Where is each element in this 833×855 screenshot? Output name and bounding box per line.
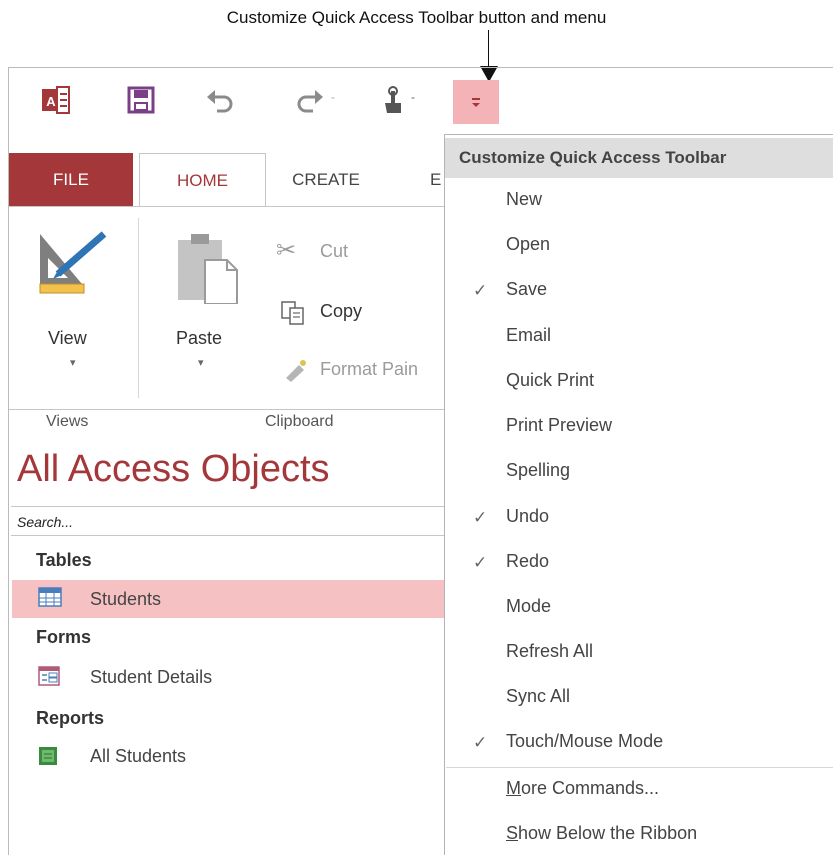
nav-item-students[interactable]: Students [90,589,161,610]
scissors-icon[interactable]: ✂ [276,236,296,265]
table-icon [38,587,62,607]
report-icon [38,746,58,766]
nav-category-tables[interactable]: Tables [36,550,92,571]
view-icon[interactable] [36,228,116,298]
access-key-m: M [506,778,521,798]
undo-icon[interactable] [200,80,240,120]
views-group-label: Views [46,413,89,430]
access-key-s: S [506,823,519,843]
paste-button-label[interactable]: Paste [176,328,222,349]
check-icon: ✓ [473,553,488,572]
nav-category-forms[interactable]: Forms [36,627,91,648]
paste-dropdown-icon[interactable]: ▾ [198,356,204,369]
menu-item-quick-print[interactable]: Quick Print [506,370,594,391]
nav-selected-row-highlight [12,580,448,618]
callout-text: Customize Quick Access Toolbar button an… [226,8,607,27]
menu-item-undo[interactable]: Undo [506,506,549,527]
menu-item-sync-all[interactable]: Sync All [506,686,570,707]
cut-button[interactable]: Cut [320,241,348,262]
save-icon[interactable] [121,80,161,120]
tab-file[interactable]: FILE [9,153,133,207]
copy-icon[interactable] [280,300,306,326]
menu-item-open[interactable]: Open [506,234,550,255]
form-icon [38,666,60,686]
menu-item-refresh-all[interactable]: Refresh All [506,641,593,662]
check-icon: ✓ [473,733,488,752]
menu-item-redo[interactable]: Redo [506,551,549,572]
check-icon: ✓ [473,281,488,300]
redo-icon[interactable]: - [290,80,346,120]
check-icon: ✓ [473,508,488,527]
menu-item-save[interactable]: Save [506,279,547,300]
menu-item-more-commands[interactable]: More Commands... [506,778,659,799]
format-painter-icon[interactable] [283,358,309,382]
nav-item-student-details[interactable]: Student Details [90,667,212,688]
view-button-label[interactable]: View [48,328,87,349]
menu-item-print-preview[interactable]: Print Preview [506,415,612,436]
format-painter-button[interactable]: Format Pain [320,359,418,380]
menu-separator [446,767,833,768]
menu-header: Customize Quick Access Toolbar [445,138,833,178]
tab-create[interactable]: CREATE [266,153,386,207]
nav-item-all-students[interactable]: All Students [90,746,186,767]
svg-text:-: - [411,90,415,104]
callout-arrow-line [488,30,489,68]
navigation-pane-title[interactable]: All Access Objects [17,448,330,491]
ribbon-divider [138,218,139,398]
customize-toolbar-icon[interactable] [453,80,499,124]
menu-item-new[interactable]: New [506,189,542,210]
svg-text:A: A [46,94,56,109]
nav-category-reports[interactable]: Reports [36,708,104,729]
more-commands-label: ore Commands... [521,778,660,798]
view-dropdown-icon[interactable]: ▾ [70,356,76,369]
show-below-label: how Below the Ribbon [518,823,698,843]
tab-home[interactable]: HOME [139,153,266,208]
paste-icon[interactable] [175,232,239,305]
menu-item-touch-mouse-mode[interactable]: Touch/Mouse Mode [506,731,663,752]
search-input[interactable]: Search... [11,506,447,536]
menu-item-mode[interactable]: Mode [506,596,551,617]
menu-item-spelling[interactable]: Spelling [506,460,570,481]
menu-item-show-below-ribbon[interactable]: Show Below the Ribbon [506,823,697,844]
touch-mouse-mode-icon[interactable]: - [376,80,432,120]
copy-button[interactable]: Copy [320,301,362,322]
clipboard-group-label: Clipboard [265,413,334,430]
svg-text:-: - [331,90,335,104]
access-logo-icon[interactable]: A [36,80,76,120]
menu-item-email[interactable]: Email [506,325,551,346]
